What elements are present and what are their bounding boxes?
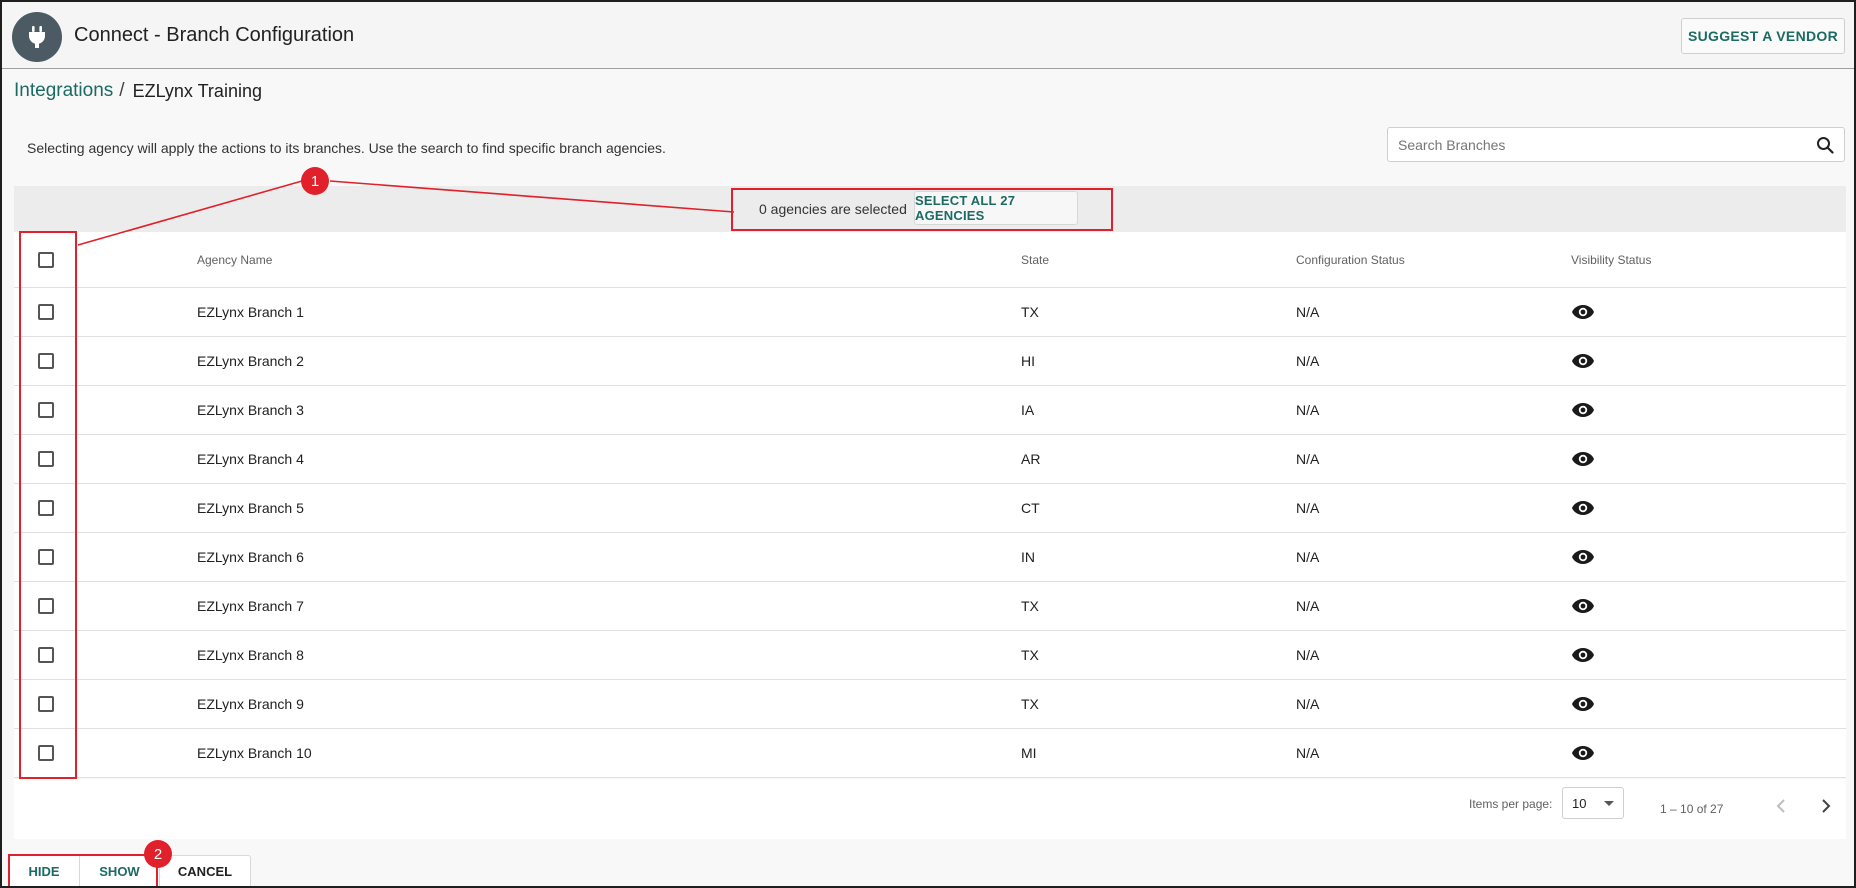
annotation-box-actions (8, 854, 158, 886)
app-window: Connect - Branch Configuration SUGGEST A… (0, 0, 1856, 888)
annotation-box-selection (731, 188, 1113, 231)
annotation-badge-2: 2 (144, 840, 172, 868)
annotation-badge-1: 1 (301, 167, 329, 195)
annotation-callout-lines (77, 180, 735, 246)
annotation-box-checkboxes (19, 231, 77, 779)
